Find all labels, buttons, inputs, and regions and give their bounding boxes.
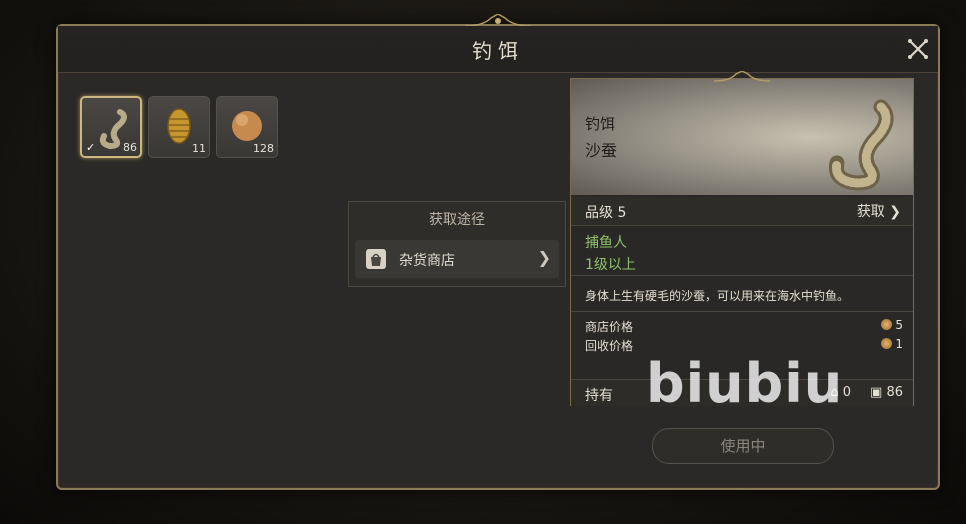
acquisition-title: 获取途径: [429, 212, 485, 228]
slot-count: 11: [192, 142, 206, 155]
item-type: 钓饵: [585, 115, 616, 133]
shop-bag-icon: [366, 249, 386, 269]
close-icon[interactable]: [906, 37, 930, 61]
slot-count: 128: [253, 142, 274, 155]
shop-price-label: 商店价格: [585, 320, 634, 334]
owned-label: 持有: [585, 388, 613, 404]
dialog-title: 钓饵: [472, 39, 524, 63]
slot-count: 86: [123, 141, 137, 154]
sell-price: 1: [881, 337, 903, 351]
item-description: 身体上生有硬毛的沙蚕，可以用来在海水中钓鱼。: [585, 289, 850, 303]
requirement-job: 捕鱼人: [585, 235, 627, 251]
title-bar: 钓饵: [58, 26, 938, 73]
shop-price: 5: [881, 318, 903, 332]
item-grade: 品级 5: [585, 205, 627, 221]
bait-dialog: 钓饵 ✓ 86 11 128 获取途径 杂货商店 ❯ 钓饵 沙蚕 品级 5 获取…: [56, 14, 940, 490]
owned-bag: ▣ 86: [870, 385, 903, 400]
owned-equipped-value: 0: [842, 385, 851, 400]
owned-bag-value: 86: [886, 385, 903, 400]
item-name: 沙蚕: [585, 141, 618, 160]
requirement-level: 1级以上: [585, 257, 636, 273]
acquisition-panel: 获取途径 杂货商店 ❯: [348, 201, 566, 287]
sand-worm-icon: [828, 99, 894, 191]
coin-icon: [881, 319, 893, 330]
acquisition-source-label: 杂货商店: [399, 253, 455, 269]
inventory-slot-cocoon[interactable]: 11: [148, 96, 210, 158]
acquisition-source-grocery[interactable]: 杂货商店 ❯: [355, 240, 559, 278]
inventory-slot-dough-ball[interactable]: 128: [216, 96, 278, 158]
get-label: 获取: [856, 204, 885, 220]
in-use-button[interactable]: 使用中: [652, 428, 834, 464]
grade-row: 品级 5 获取 ❯: [571, 197, 913, 226]
sell-price-value: 1: [895, 337, 903, 351]
equipped-check-icon: ✓: [86, 141, 96, 154]
ornament-crest-icon: [713, 71, 771, 82]
coin-icon: [881, 338, 893, 349]
chevron-right-icon: ❯: [537, 248, 551, 267]
watermark: biubiu: [646, 352, 844, 415]
sell-price-label: 回收价格: [585, 339, 634, 353]
get-button[interactable]: 获取 ❯: [857, 201, 901, 221]
requirements: 捕鱼人 1级以上: [571, 227, 913, 276]
shop-price-value: 5: [895, 318, 903, 332]
item-detail-header: 钓饵 沙蚕: [571, 71, 913, 195]
inventory-slot-sand-worm[interactable]: ✓ 86: [80, 96, 142, 158]
